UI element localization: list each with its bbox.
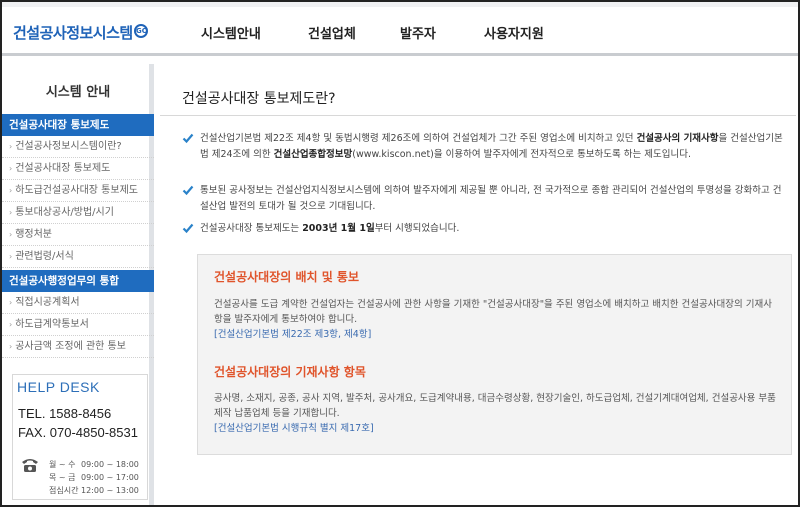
bullet-icon: ›: [9, 320, 13, 329]
telephone-icon: [22, 459, 38, 472]
bullet-icon: ›: [9, 208, 13, 217]
checkmark-icon: [182, 223, 194, 234]
text-emphasis: 2003년 1월 1일: [302, 223, 375, 234]
box-paragraph: 건설공사를 도급 계약한 건설업자는 건설공사에 관한 사항을 기재한 "건설공…: [214, 299, 772, 325]
sidebar-item-label: 직접시공계획서: [15, 297, 80, 308]
sidebar-section-notice-system[interactable]: 건설공사대장 통보제도: [2, 114, 154, 136]
law-reference-link[interactable]: [건설산업기본법 시행규칙 별지 제17호]: [214, 421, 779, 436]
bullet-icon: ›: [9, 186, 13, 195]
sidebar-item-label: 관련법령/서식: [15, 251, 74, 262]
sidebar-title: 시스템 안내: [45, 85, 111, 100]
header-top-strip: [2, 2, 798, 7]
nav-system-info[interactable]: 시스템안내: [201, 23, 261, 42]
site-header: 건설공사정보시스템 GO 시스템안내 건설업체 발주자 사용자지원: [2, 2, 798, 56]
sidebar-item-label: 공사금액 조정에 관한 통보: [15, 341, 126, 352]
bullet-text: 건설산업기본법 제22조 제4항 및 동법시행령 제26조에 의하여 건설업체가…: [200, 131, 790, 163]
hours-time: 12:00 ~ 13:00: [81, 486, 139, 495]
bullet-text: 통보된 공사정보는 건설산업지식정보시스템에 의하여 발주자에게 제공될 뿐 아…: [200, 185, 782, 212]
page-title: 건설공사대장 통보제도란?: [182, 91, 336, 107]
sidebar-item-subcontract-notice[interactable]: › 하도급건설공사대장 통보제도: [2, 180, 154, 202]
sidebar-item-subcontract-notice-form[interactable]: › 하도급계약통보서: [2, 314, 154, 336]
hours-day: 목 ~ 금: [49, 473, 76, 482]
helpdesk-title: HELP DESK: [17, 379, 100, 395]
sidebar-section-admin-integration[interactable]: 건설공사행정업무의 통합: [2, 270, 154, 292]
law-reference-link[interactable]: [건설산업기본법 제22조 제3항, 제4항]: [214, 327, 779, 342]
checkmark-icon: [182, 133, 194, 144]
bullet-icon: ›: [9, 164, 13, 173]
hours-time: 09:00 ~ 17:00: [81, 473, 139, 482]
box-title-placement: 건설공사대장의 배치 및 통보: [214, 270, 360, 284]
text-segment: 건설산업기본법 제22조 제4항 및 동법시행령 제26조에 의하여 건설업체가…: [200, 133, 637, 144]
sidebar-item-notice-system[interactable]: › 건설공사대장 통보제도: [2, 158, 154, 180]
sidebar-item-label: 건설공사대장 통보제도: [15, 163, 111, 174]
helpdesk-fax: FAX. 070-4850-8531: [18, 425, 138, 440]
sidebar-item-label: 행정처분: [15, 229, 53, 240]
nav-contractor[interactable]: 건설업체: [308, 23, 356, 42]
sidebar-item-price-adjustment[interactable]: › 공사금액 조정에 관한 통보: [2, 336, 154, 358]
sidebar-item-label: 하도급건설공사대장 통보제도: [15, 185, 138, 196]
box-paragraph: 공사명, 소재지, 공종, 공사 지역, 발주처, 공사개요, 도급계약내용, …: [214, 393, 776, 419]
sidebar-item-direct-construction-plan[interactable]: › 직접시공계획서: [2, 292, 154, 314]
bullet-text: 건설공사대장 통보제도는 2003년 1월 1일부터 시행되었습니다.: [200, 221, 790, 237]
nav-client[interactable]: 발주자: [400, 23, 436, 42]
text-emphasis: 건설공사의 기재사항: [636, 133, 719, 144]
text-segment: 건설공사대장 통보제도는: [200, 223, 303, 234]
checkmark-icon: [182, 185, 194, 196]
sidebar-item-laws-forms[interactable]: › 관련법령/서식: [2, 246, 154, 268]
left-sidebar: 시스템 안내 건설공사대장 통보제도 › 건설공사정보시스템이란? › 건설공사대장…: [2, 64, 154, 507]
sidebar-item-label: 통보대상공사/방법/시기: [15, 207, 114, 218]
site-logo[interactable]: 건설공사정보시스템: [13, 22, 133, 43]
box-title-items: 건설공사대장의 기재사항 항목: [214, 365, 366, 379]
text-segment: (www.kiscon.net)을 이용하여 발주자에게 전자적으로 통보하도록…: [352, 149, 692, 160]
text-emphasis: 건설산업종합정보망: [273, 149, 353, 160]
helpdesk-hours-row: 월 ~ 수 09:00 ~ 18:00: [49, 459, 139, 470]
nav-user-support[interactable]: 사용자지원: [484, 23, 544, 42]
title-divider: [160, 115, 796, 116]
bullet-icon: ›: [9, 230, 13, 239]
hours-time: 09:00 ~ 18:00: [81, 460, 139, 469]
sidebar-item-label: 하도급계약통보서: [15, 319, 89, 330]
main-content: 건설공사대장 통보제도란? 건설산업기본법 제22조 제4항 및 동법시행령 제…: [160, 64, 796, 507]
hours-day: 월 ~ 수: [49, 460, 76, 469]
info-bullet-3: 건설공사대장 통보제도는 2003년 1월 1일부터 시행되었습니다.: [182, 221, 790, 237]
text-segment: 부터 시행되었습니다.: [374, 223, 460, 234]
bullet-icon: ›: [9, 342, 13, 351]
info-box: 건설공사대장의 배치 및 통보 건설공사를 도급 계약한 건설업자는 건설공사에…: [197, 254, 792, 455]
sidebar-item-target-method-time[interactable]: › 통보대상공사/방법/시기: [2, 202, 154, 224]
logo-badge-icon: GO: [134, 24, 148, 38]
sidebar-item-what-is-system[interactable]: › 건설공사정보시스템이란?: [2, 136, 154, 158]
helpdesk-hours-row: 목 ~ 금 09:00 ~ 17:00: [49, 472, 139, 483]
helpdesk-box: HELP DESK TEL. 1588-8456 FAX. 070-4850-8…: [12, 374, 148, 500]
hours-day: 점심시간: [49, 486, 79, 495]
helpdesk-hours-row: 점심시간 12:00 ~ 13:00: [49, 485, 139, 496]
bullet-icon: ›: [9, 298, 13, 307]
box-body-placement: 건설공사를 도급 계약한 건설업자는 건설공사에 관한 사항을 기재한 "건설공…: [214, 297, 779, 342]
bullet-icon: ›: [9, 142, 13, 151]
info-bullet-1: 건설산업기본법 제22조 제4항 및 동법시행령 제26조에 의하여 건설업체가…: [182, 131, 790, 163]
helpdesk-tel: TEL. 1588-8456: [18, 406, 112, 421]
sidebar-item-label: 건설공사정보시스템이란?: [15, 141, 122, 152]
info-bullet-2: 통보된 공사정보는 건설산업지식정보시스템에 의하여 발주자에게 제공될 뿐 아…: [182, 183, 790, 215]
sidebar-item-administrative-action[interactable]: › 행정처분: [2, 224, 154, 246]
box-body-items: 공사명, 소재지, 공종, 공사 지역, 발주처, 공사개요, 도급계약내용, …: [214, 391, 779, 436]
bullet-icon: ›: [9, 252, 13, 261]
